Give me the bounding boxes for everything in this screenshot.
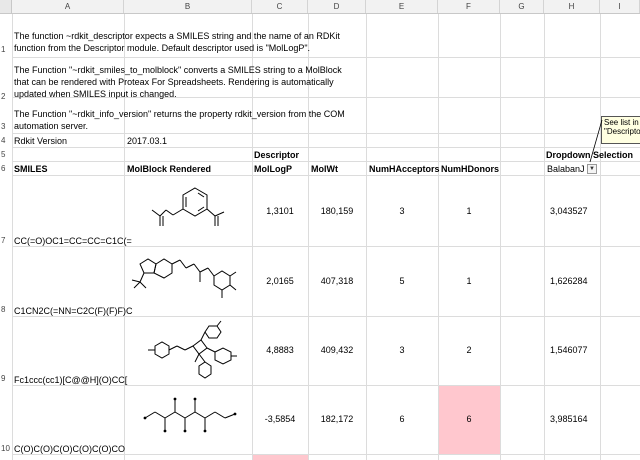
numhacceptors-cell[interactable]: 3 (366, 206, 438, 217)
column-header-g[interactable]: G (500, 0, 544, 13)
note-version[interactable]: The Function "~rdkit_info_version" retur… (14, 108, 354, 132)
row-header-9[interactable]: 9 (0, 374, 12, 383)
molblock-header[interactable]: MolBlock Rendered (127, 164, 211, 175)
smiles-header[interactable]: SMILES (14, 164, 48, 175)
descriptor-dropdown-value[interactable]: BalabanJ (547, 164, 585, 175)
grid-line (600, 14, 601, 460)
molwt-cell[interactable]: 409,432 (308, 345, 366, 356)
select-all-corner[interactable] (0, 0, 12, 13)
row-header-8[interactable]: 8 (0, 305, 12, 314)
smiles-cell[interactable]: CC(=O)OC1=CC=CC=C1C(= (14, 236, 132, 247)
column-header-b[interactable]: B (124, 0, 252, 13)
mollogp-header[interactable]: MolLogP (254, 164, 292, 175)
dropdown-descriptor-cell[interactable]: 3,985164 (550, 414, 588, 425)
grid-line (12, 57, 640, 58)
smiles-cell[interactable]: C1CN2C(=NN=C2C(F)(F)F)C (14, 306, 133, 317)
note-molblock[interactable]: The Function "~rdkit_smiles_to_molblock"… (14, 64, 354, 100)
row-header-7[interactable]: 7 (0, 236, 12, 245)
numhacceptors-cell[interactable]: 3 (366, 345, 438, 356)
mollogp-cell[interactable]: 4,8883 (252, 345, 308, 356)
molecule-aspirin-image[interactable] (140, 180, 240, 240)
column-header-d[interactable]: D (308, 0, 366, 13)
grid-line (544, 14, 545, 460)
column-header-f[interactable]: F (438, 0, 500, 13)
column-header-bar: A B C D E F G H I (0, 0, 640, 14)
grid-line (12, 161, 640, 162)
row-header-1[interactable]: 1 (0, 45, 12, 54)
note-descriptor[interactable]: The function ~rdkit_descriptor expects a… (14, 30, 354, 54)
numhdonors-cell[interactable]: 6 (438, 414, 500, 425)
dropdown-descriptor-cell[interactable]: 1,626284 (550, 276, 588, 287)
column-header-i[interactable]: I (600, 0, 640, 13)
numhacceptors-cell[interactable]: 6 (366, 414, 438, 425)
mollogp-cell[interactable]: -3,5854 (252, 414, 308, 425)
grid-line (12, 175, 640, 176)
dropdown-descriptor-cell[interactable]: 3,043527 (550, 206, 588, 217)
row-header-6[interactable]: 6 (0, 164, 12, 173)
descriptor-header[interactable]: Descriptor (254, 150, 299, 161)
dropdown-arrow-icon[interactable]: ▼ (587, 164, 597, 174)
column-header-h[interactable]: H (544, 0, 600, 13)
numhdonors-cell[interactable]: 2 (438, 345, 500, 356)
mollogp-highlight-cell (253, 455, 308, 460)
row-header-3[interactable]: 3 (0, 122, 12, 131)
smiles-cell[interactable]: Fc1ccc(cc1)[C@@H](O)CC[ (14, 375, 127, 386)
numhacceptors-header[interactable]: NumHAcceptors (369, 164, 440, 175)
column-header-a[interactable]: A (12, 0, 124, 13)
row-header-5[interactable]: 5 (0, 150, 12, 159)
smiles-cell[interactable]: C(O)C(O)C(O)C(O)C(O)CO (14, 444, 125, 455)
numhdonors-header[interactable]: NumHDonors (441, 164, 499, 175)
row-header-4[interactable]: 4 (0, 136, 12, 145)
grid-line (500, 14, 501, 460)
row-header-2[interactable]: 2 (0, 92, 12, 101)
molecule-ezetimibe-image[interactable] (135, 318, 245, 383)
molecule-sitagliptin-image[interactable] (128, 250, 250, 310)
cell-comment: See list in "Descripto (601, 116, 640, 144)
numhacceptors-cell[interactable]: 5 (366, 276, 438, 287)
mollogp-cell[interactable]: 2,0165 (252, 276, 308, 287)
column-header-c[interactable]: C (252, 0, 308, 13)
molwt-cell[interactable]: 180,159 (308, 206, 366, 217)
row-header-10[interactable]: 10 (0, 444, 12, 453)
comment-connector (589, 119, 603, 163)
comment-text: See list in "Descripto (604, 118, 640, 136)
dropdown-descriptor-cell[interactable]: 1,546077 (550, 345, 588, 356)
molwt-cell[interactable]: 182,172 (308, 414, 366, 425)
column-header-e[interactable]: E (366, 0, 438, 13)
numhdonors-cell[interactable]: 1 (438, 276, 500, 287)
grid-line (12, 147, 640, 148)
grid-line (12, 14, 13, 460)
grid-line (366, 14, 367, 460)
mollogp-cell[interactable]: 1,3101 (252, 206, 308, 217)
molwt-cell[interactable]: 407,318 (308, 276, 366, 287)
molecule-sorbitol-image[interactable] (135, 388, 245, 450)
numhdonors-cell[interactable]: 1 (438, 206, 500, 217)
rdkit-version-label[interactable]: Rdkit Version (14, 136, 67, 147)
molwt-header[interactable]: MolWt (311, 164, 338, 175)
rdkit-version-value[interactable]: 2017.03.1 (127, 136, 167, 147)
grid-line (12, 133, 640, 134)
